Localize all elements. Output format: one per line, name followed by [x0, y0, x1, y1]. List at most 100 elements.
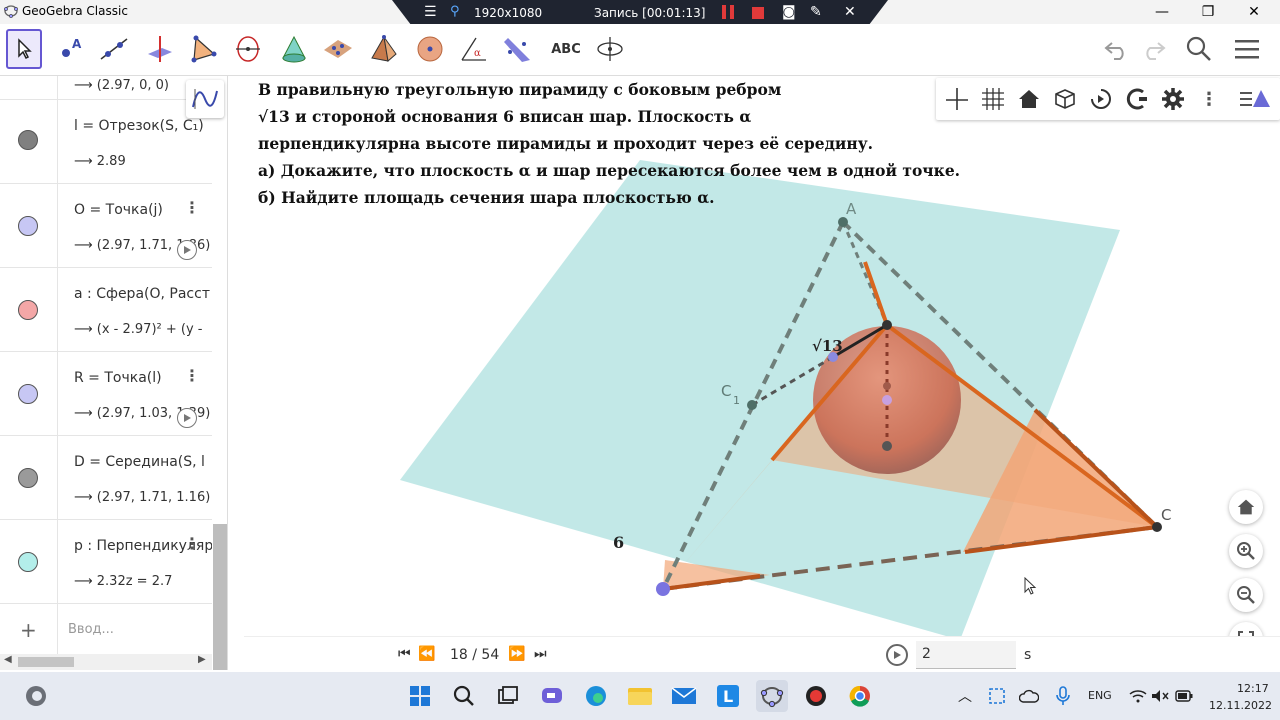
point-O[interactable] [882, 395, 892, 405]
volume-muted-icon[interactable] [1150, 680, 1170, 712]
pyramid-tool-button[interactable] [366, 29, 402, 69]
more-options-icon[interactable]: ⋮ [184, 366, 200, 385]
snipping-tool-icon[interactable] [986, 680, 1008, 712]
algebra-horizontal-scrollbar[interactable] [18, 657, 74, 667]
search-icon[interactable] [448, 680, 480, 712]
scroll-right-icon[interactable]: ▶ [198, 654, 206, 665]
algebra-item-definition[interactable]: D = Середина(S, l [74, 454, 212, 470]
scroll-left-icon[interactable]: ◀ [4, 654, 12, 665]
chrome-icon[interactable] [844, 680, 876, 712]
onedrive-icon[interactable] [1018, 680, 1040, 712]
animation-play-button[interactable] [177, 408, 197, 428]
plane-alpha[interactable] [400, 160, 1120, 636]
task-view-icon[interactable] [492, 680, 524, 712]
main-menu-button[interactable] [1230, 29, 1264, 69]
camera-icon[interactable]: ◙ [782, 4, 796, 20]
point-tool-button[interactable]: A [52, 29, 88, 69]
close-button[interactable]: ✕ [1234, 0, 1274, 24]
wifi-icon[interactable] [1128, 680, 1148, 712]
search-button[interactable] [1182, 29, 1216, 69]
edge-beta-icon[interactable] [20, 680, 52, 712]
rotate-view-tool-button[interactable] [592, 29, 628, 69]
play-animation-button[interactable] [886, 644, 908, 666]
chat-icon[interactable] [536, 680, 568, 712]
point-base-center[interactable] [882, 441, 892, 451]
file-explorer-icon[interactable] [624, 680, 656, 712]
previous-slide-icon[interactable]: ⏪ [418, 646, 435, 662]
algebra-item[interactable]: p : Перпендикуляр ⋮ ⟶ 2.32z = 2.7 [0, 520, 212, 604]
zoom-in-button[interactable] [1229, 534, 1263, 568]
close-recorder-icon[interactable]: ✕ [844, 4, 856, 20]
projection-button[interactable] [1124, 86, 1150, 112]
point-A[interactable] [838, 217, 848, 227]
recorder-app-icon[interactable] [800, 680, 832, 712]
add-item-icon[interactable]: + [20, 618, 37, 642]
l-app-icon[interactable]: L [712, 680, 744, 712]
algebra-view-style-button[interactable] [186, 80, 224, 118]
undo-button[interactable] [1100, 29, 1134, 69]
algebra-item-definition[interactable]: l = Отрезок(S, C₁) [74, 118, 212, 134]
keyboard-language[interactable]: ENG [1088, 689, 1112, 702]
sphere-tool-button[interactable] [412, 29, 448, 69]
battery-icon[interactable] [1174, 680, 1194, 712]
pin-icon[interactable]: ⚲ [450, 4, 460, 19]
edge-browser-icon[interactable] [580, 680, 612, 712]
visibility-marble[interactable] [18, 130, 38, 150]
menu-icon[interactable]: ☰ [424, 4, 437, 20]
last-slide-icon[interactable]: ⏭ [534, 646, 547, 662]
standard-view-side-button[interactable] [1229, 490, 1263, 524]
axes-toggle-button[interactable] [944, 86, 970, 112]
algebra-item[interactable]: a : Сфера(O, Расст ⟶ (x - 2.97)² + (y - [0, 268, 212, 352]
more-options-icon[interactable]: ⋮ [1196, 86, 1222, 112]
move-tool-button[interactable] [6, 29, 42, 69]
rotate-view-button[interactable] [1088, 86, 1114, 112]
standard-view-button[interactable] [1016, 86, 1042, 112]
show-hidden-icons-chevron-icon[interactable]: ︿ [958, 686, 972, 706]
clipping-box-button[interactable] [1052, 86, 1078, 112]
point-C1[interactable] [747, 400, 757, 410]
point-D[interactable] [883, 382, 891, 390]
clock-date[interactable]: 12.11.2022 [1209, 699, 1272, 712]
algebra-vertical-scrollbar[interactable] [213, 524, 227, 670]
line-tool-button[interactable] [96, 29, 132, 69]
settings-button[interactable] [1160, 86, 1186, 112]
minimize-button[interactable]: — [1142, 0, 1182, 24]
plane-tool-button[interactable] [320, 29, 356, 69]
algebra-item-definition[interactable]: a : Сфера(O, Расст [74, 286, 212, 302]
redo-button[interactable] [1136, 29, 1170, 69]
stop-icon[interactable] [752, 7, 764, 19]
angle-tool-button[interactable]: α [456, 29, 492, 69]
algebra-item[interactable]: D = Середина(S, l ⟶ (2.97, 1.71, 1.16) [0, 436, 212, 520]
visibility-marble[interactable] [18, 552, 38, 572]
view-menu-button[interactable] [1238, 86, 1272, 112]
reflect-tool-button[interactable] [500, 29, 536, 69]
more-options-icon[interactable]: ⋮ [184, 198, 200, 217]
polygon-tool-button[interactable] [186, 29, 222, 69]
algebra-item[interactable]: l = Отрезок(S, C₁) ⟶ 2.89 [0, 100, 212, 184]
algebra-input-row[interactable]: + Ввод... [0, 604, 212, 654]
visibility-marble[interactable] [18, 300, 38, 320]
first-slide-icon[interactable]: ⏮ [398, 646, 411, 662]
point-B[interactable] [656, 582, 670, 596]
perpendicular-tool-button[interactable] [142, 29, 178, 69]
more-options-icon[interactable]: ⋮ [184, 534, 200, 553]
intersect-tool-button[interactable] [276, 29, 312, 69]
algebra-input-placeholder[interactable]: Ввод... [68, 622, 114, 637]
microphone-icon[interactable] [1052, 680, 1074, 712]
visibility-marble[interactable] [18, 216, 38, 236]
circle-axis-tool-button[interactable] [230, 29, 266, 69]
zoom-out-button[interactable] [1229, 578, 1263, 612]
next-slide-icon[interactable]: ⏩ [508, 646, 525, 662]
pen-icon[interactable]: ✎ [810, 4, 822, 20]
text-tool-button[interactable]: ABC [546, 29, 586, 69]
algebra-item[interactable]: ⟶ (2.97, 0, 0) [0, 76, 212, 100]
mail-icon[interactable] [668, 680, 700, 712]
visibility-marble[interactable] [18, 468, 38, 488]
grid-toggle-button[interactable] [980, 86, 1006, 112]
speed-input[interactable]: 2 [916, 641, 1016, 669]
point-S[interactable] [882, 320, 892, 330]
animation-play-button[interactable] [177, 240, 197, 260]
visibility-marble[interactable] [18, 384, 38, 404]
pause-icon[interactable] [722, 5, 734, 19]
maximize-button[interactable]: ❐ [1188, 0, 1228, 24]
